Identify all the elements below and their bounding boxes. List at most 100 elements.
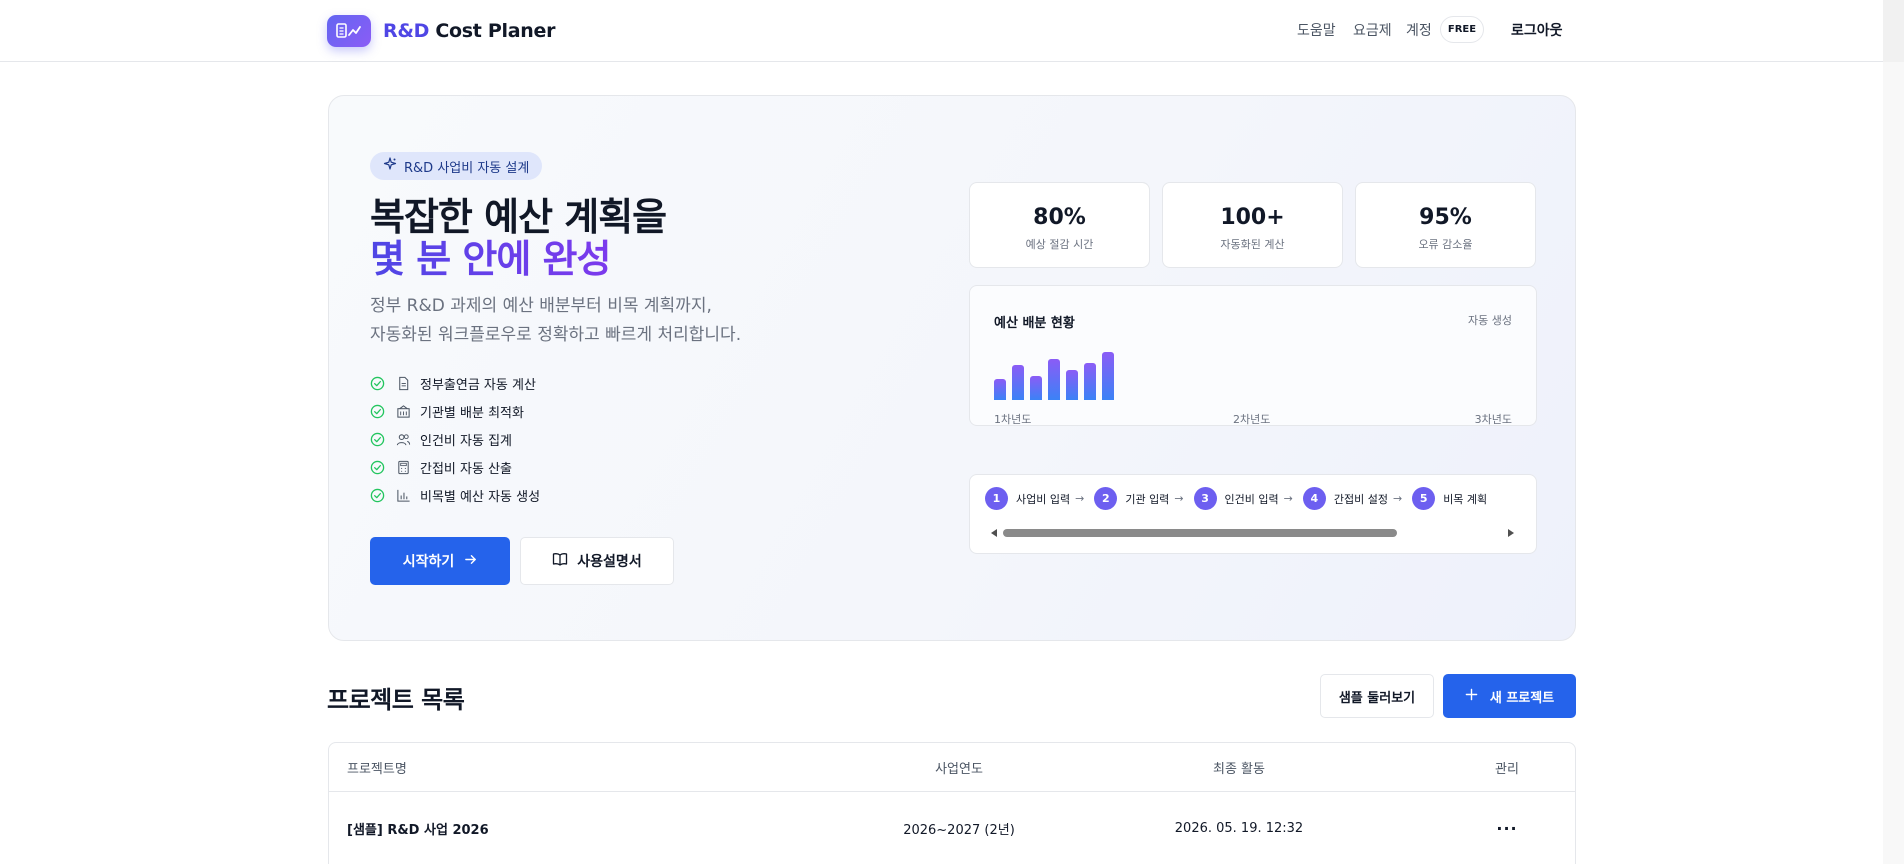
workflow-steps-scroller[interactable]: 1 사업비 입력 → 2 기관 입력 → 3 인건비 입력 → 4 간접비 설정… bbox=[969, 474, 1537, 554]
start-button-label: 시작하기 bbox=[402, 554, 455, 570]
nav-account-link[interactable]: 계정 bbox=[1406, 0, 1432, 60]
arrow-right-icon: → bbox=[1283, 492, 1293, 505]
feature-item: 비목별 예산 자동 생성 bbox=[370, 481, 540, 509]
check-circle-icon bbox=[370, 376, 385, 390]
budget-auto-tag: 자동 생성 bbox=[1468, 314, 1512, 327]
feature-item: 정부출연금 자동 계산 bbox=[370, 369, 540, 397]
user-manual-button[interactable]: 사용설명서 bbox=[520, 537, 674, 585]
app-logo[interactable]: R&D Cost Planer bbox=[327, 15, 555, 47]
bar-chart-icon bbox=[397, 489, 410, 502]
more-options-icon[interactable]: ··· bbox=[1496, 819, 1517, 838]
table-header: 프로젝트명 사업연도 최종 활동 관리 bbox=[329, 743, 1575, 792]
hero-pill-badge: R&D 사업비 자동 설계 bbox=[370, 152, 543, 180]
workflow-step[interactable]: 3 인건비 입력 → bbox=[1193, 487, 1293, 510]
stat-label: 자동화된 계산 bbox=[1220, 238, 1285, 251]
stat-label: 예상 절감 시간 bbox=[1025, 238, 1094, 251]
year-label: 1차년도 bbox=[994, 413, 1032, 426]
budget-bar bbox=[1102, 352, 1114, 400]
project-table: 프로젝트명 사업연도 최종 활동 관리 [샘플] R&D 사업 2026 202… bbox=[328, 742, 1576, 864]
arrow-right-icon: → bbox=[1174, 492, 1184, 505]
step-label: 기관 입력 bbox=[1125, 492, 1170, 506]
workflow-step[interactable]: 2 기관 입력 → bbox=[1094, 487, 1184, 510]
start-button[interactable]: 시작하기 bbox=[370, 537, 510, 585]
feature-label: 기관별 배분 최적화 bbox=[420, 405, 524, 421]
scroll-left-arrow[interactable] bbox=[991, 529, 997, 537]
budget-mini-bar-chart bbox=[994, 340, 1194, 400]
budget-bar bbox=[1030, 376, 1042, 400]
hero-subtitle-line2: 자동화된 워크플로우로 정확하고 빠르게 처리합니다. bbox=[370, 325, 742, 345]
check-circle-icon bbox=[370, 488, 385, 502]
nav-help-link[interactable]: 도움말 bbox=[1297, 0, 1336, 60]
stat-value: 95% bbox=[1419, 205, 1472, 230]
check-circle-icon bbox=[370, 404, 385, 418]
arrow-right-icon: → bbox=[1392, 492, 1403, 505]
budget-allocation-card: 예산 배분 현황 자동 생성 1차년도 2차년도 3차년도 bbox=[969, 285, 1537, 426]
plus-icon bbox=[1465, 688, 1478, 705]
hero-title-line2: 몇 분 안에 완성 bbox=[370, 237, 611, 281]
feature-label: 간접비 자동 산출 bbox=[420, 461, 512, 477]
app-title: R&D Cost Planer bbox=[383, 20, 556, 42]
feature-item: 간접비 자동 산출 bbox=[370, 453, 540, 481]
step-label: 인건비 입력 bbox=[1224, 492, 1279, 506]
project-name[interactable]: [샘플] R&D 사업 2026 bbox=[347, 793, 489, 863]
step-number: 2 bbox=[1094, 487, 1118, 510]
stat-card: 100+ 자동화된 계산 bbox=[1162, 182, 1343, 268]
workflow-step[interactable]: 1 사업비 입력 → bbox=[985, 487, 1084, 510]
stat-label: 오류 감소율 bbox=[1418, 238, 1473, 251]
user-manual-label: 사용설명서 bbox=[577, 554, 642, 570]
scroll-right-arrow[interactable] bbox=[1508, 529, 1514, 537]
stat-value: 80% bbox=[1033, 205, 1086, 230]
top-navigation-bar: R&D Cost Planer 도움말 요금제 계정 FREE 로그아웃 bbox=[0, 0, 1904, 62]
plan-badge: FREE bbox=[1440, 16, 1484, 43]
page-scrollbar-track[interactable] bbox=[1883, 62, 1904, 864]
budget-bar bbox=[1048, 359, 1060, 400]
hero-title-line1: 복잡한 예산 계획을 bbox=[370, 195, 667, 239]
column-header-name: 프로젝트명 bbox=[347, 761, 407, 777]
nav-pricing-link[interactable]: 요금제 bbox=[1353, 0, 1392, 60]
new-project-button[interactable]: 새 프로젝트 bbox=[1443, 674, 1576, 718]
scrollbar-track-top bbox=[1883, 0, 1904, 62]
stat-value: 100+ bbox=[1220, 205, 1285, 230]
budget-title: 예산 배분 현황 bbox=[994, 316, 1075, 331]
horizontal-scrollbar-thumb[interactable] bbox=[1003, 529, 1397, 537]
hero-pill-label: R&D 사업비 자동 설계 bbox=[404, 160, 530, 176]
hero-section: R&D 사업비 자동 설계 복잡한 예산 계획을 몇 분 안에 완성 정부 R&… bbox=[328, 95, 1576, 641]
stat-card: 95% 오류 감소율 bbox=[1355, 182, 1536, 268]
step-number: 1 bbox=[985, 487, 1008, 510]
feature-item: 기관별 배분 최적화 bbox=[370, 397, 540, 425]
step-number: 5 bbox=[1412, 487, 1436, 510]
check-circle-icon bbox=[370, 460, 385, 474]
stat-card: 80% 예상 절감 시간 bbox=[969, 182, 1150, 268]
budget-bar bbox=[994, 379, 1006, 400]
workflow-steps-row: 1 사업비 입력 → 2 기관 입력 → 3 인건비 입력 → 4 간접비 설정… bbox=[985, 487, 1497, 510]
document-icon bbox=[399, 376, 409, 390]
building-icon bbox=[397, 404, 410, 418]
budget-bar bbox=[1066, 370, 1078, 400]
step-label: 사업비 입력 bbox=[1016, 492, 1071, 506]
column-header-last-activity: 최종 활동 bbox=[1213, 761, 1265, 777]
logo-icon bbox=[327, 15, 371, 47]
feature-label: 정부출연금 자동 계산 bbox=[420, 377, 536, 393]
new-project-label: 새 프로젝트 bbox=[1489, 690, 1555, 706]
feature-label: 비목별 예산 자동 생성 bbox=[420, 489, 541, 505]
feature-item: 인건비 자동 집계 bbox=[370, 425, 540, 453]
workflow-step[interactable]: 5 비목 계획 bbox=[1412, 487, 1487, 510]
logout-button[interactable]: 로그아웃 bbox=[1511, 0, 1563, 60]
year-label: 2차년도 bbox=[1233, 413, 1271, 426]
budget-bar bbox=[1012, 365, 1024, 400]
year-label: 3차년도 bbox=[1474, 413, 1512, 426]
table-row[interactable]: [샘플] R&D 사업 2026 2026~2027 (2년) 2026. 05… bbox=[329, 793, 1575, 863]
feature-list: 정부출연금 자동 계산 기관별 배분 최적화 인건비 자동 집계 간접비 자동 … bbox=[370, 369, 540, 509]
project-list-title: 프로젝트 목록 bbox=[327, 686, 465, 714]
budget-bar bbox=[1084, 363, 1096, 400]
browse-sample-button[interactable]: 샘플 둘러보기 bbox=[1320, 674, 1434, 718]
column-header-actions: 관리 bbox=[1495, 761, 1519, 777]
step-label: 비목 계획 bbox=[1443, 492, 1488, 506]
hero-subtitle: 정부 R&D 과제의 예산 배분부터 비목 계획까지, 자동화된 워크플로우로 … bbox=[370, 292, 741, 350]
row-actions: ··· bbox=[1467, 793, 1547, 863]
project-last-activity: 2026. 05. 19. 12:32 bbox=[1174, 820, 1304, 836]
hero-subtitle-line1: 정부 R&D 과제의 예산 배분부터 비목 계획까지, bbox=[370, 296, 712, 316]
calculator-icon bbox=[398, 460, 409, 474]
step-number: 3 bbox=[1193, 487, 1217, 510]
workflow-step[interactable]: 4 간접비 설정 → bbox=[1302, 487, 1403, 510]
